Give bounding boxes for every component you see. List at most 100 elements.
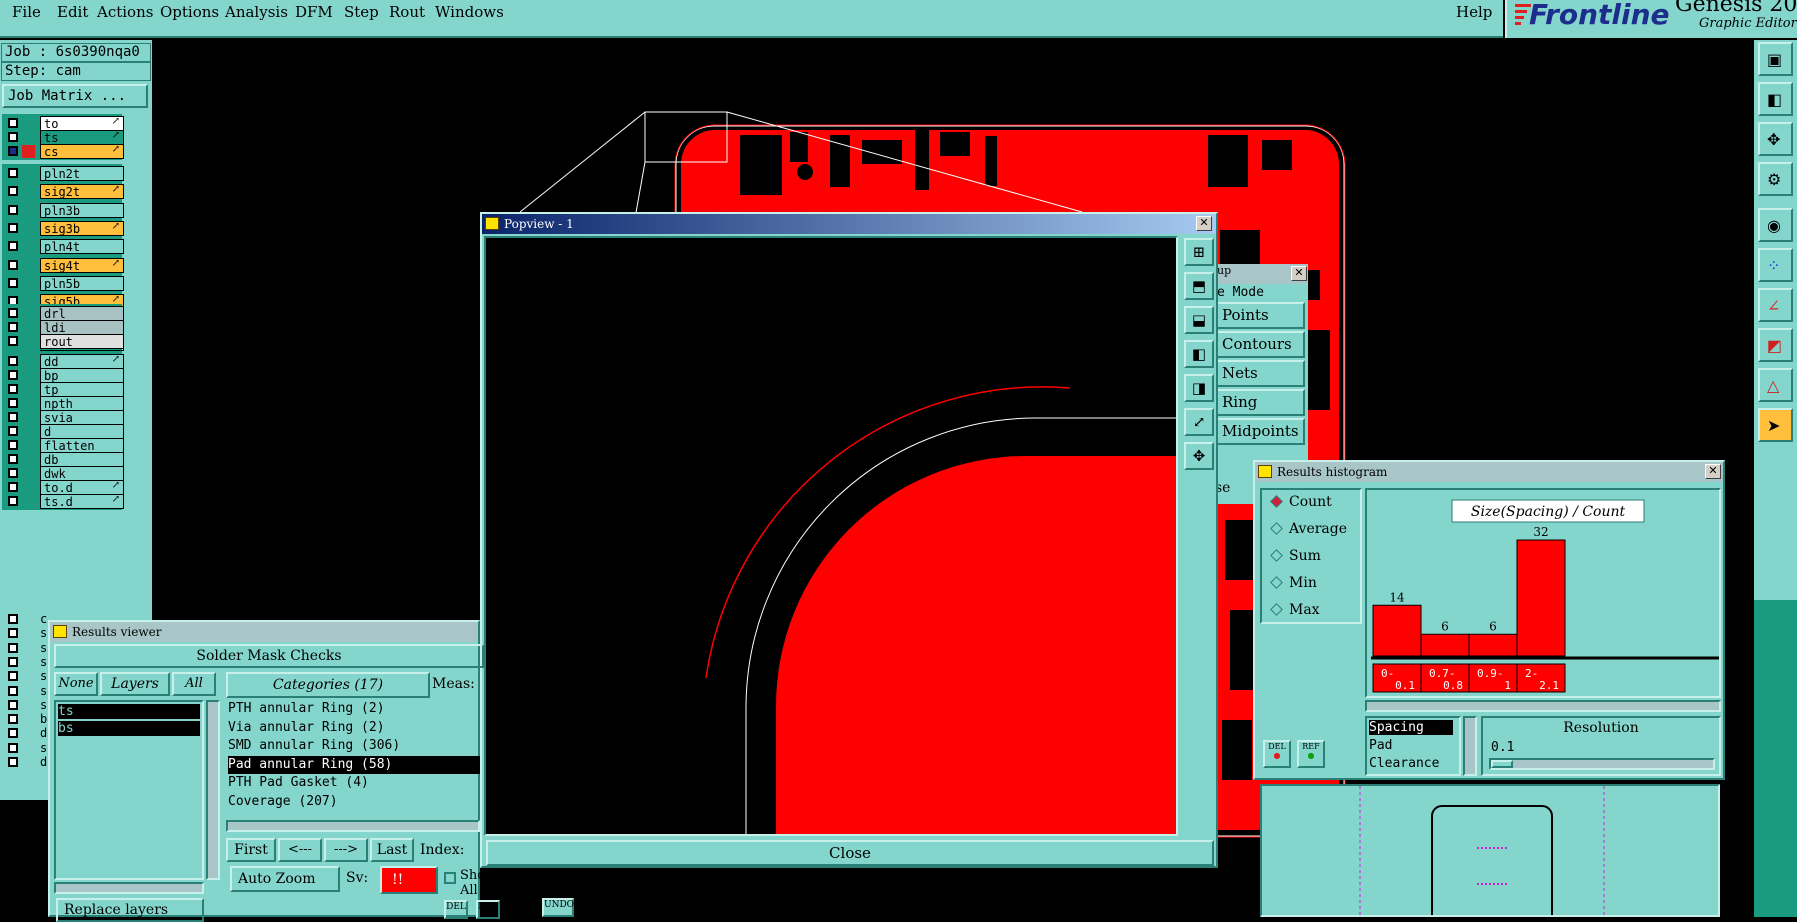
layer-row[interactable]: dd ↗ bbox=[4, 354, 124, 369]
layer-visibility-checkbox[interactable] bbox=[8, 440, 18, 450]
category-item[interactable]: Via annular Ring (2) bbox=[228, 719, 480, 737]
show-all-checkbox[interactable] bbox=[444, 872, 456, 884]
layer-row[interactable]: pln4t bbox=[4, 239, 124, 255]
zoom-in-icon[interactable]: ⬒ bbox=[1184, 272, 1214, 300]
snap-icon[interactable]: ◉ bbox=[1758, 208, 1793, 242]
draw-icon[interactable]: △ bbox=[1758, 368, 1793, 402]
layer-name[interactable]: flatten bbox=[40, 438, 124, 453]
layer-visibility-checkbox[interactable] bbox=[8, 277, 18, 288]
layer-visibility-checkbox[interactable] bbox=[8, 308, 18, 318]
job-matrix-button[interactable]: Job Matrix ... bbox=[2, 84, 148, 108]
zoom-out-icon[interactable]: ⬓ bbox=[1184, 306, 1214, 334]
layer-name[interactable]: drl bbox=[40, 306, 124, 321]
layer-visibility-checkbox[interactable] bbox=[8, 322, 18, 332]
measure-icon[interactable]: ∠ bbox=[1758, 288, 1793, 322]
layer-row[interactable]: rout bbox=[4, 334, 124, 349]
layer-row[interactable]: pln3b bbox=[4, 202, 124, 218]
layer-visibility-checkbox[interactable] bbox=[8, 222, 18, 233]
layer-visibility-checkbox[interactable] bbox=[8, 685, 18, 696]
measure-scrollbar[interactable] bbox=[1463, 716, 1477, 776]
layer-visibility-checkbox[interactable] bbox=[8, 628, 18, 639]
mode-count-radio[interactable]: Count bbox=[1270, 494, 1332, 510]
none-button[interactable]: None bbox=[54, 672, 98, 696]
layer-visibility-checkbox[interactable] bbox=[8, 742, 18, 753]
del-button[interactable]: DEL bbox=[444, 900, 468, 919]
zoom-home-icon[interactable]: ▣ bbox=[1758, 42, 1793, 76]
histogram-bar[interactable] bbox=[1420, 633, 1470, 657]
layer-name[interactable]: ldi bbox=[40, 320, 124, 335]
menu-analysis[interactable]: Analysis bbox=[225, 3, 288, 21]
layer-name[interactable]: svia bbox=[40, 410, 124, 425]
menu-dfm[interactable]: DFM bbox=[295, 3, 333, 21]
layer-visibility-checkbox[interactable] bbox=[8, 132, 18, 142]
layer-visibility-checkbox[interactable] bbox=[8, 370, 18, 380]
layer-visibility-checkbox[interactable] bbox=[8, 642, 18, 653]
list-item[interactable]: Pad bbox=[1369, 738, 1392, 753]
layer-row[interactable]: to ↗ bbox=[4, 116, 124, 131]
menu-actions[interactable]: Actions bbox=[97, 3, 153, 21]
layer-visibility-checkbox[interactable] bbox=[8, 356, 18, 366]
layer-row[interactable]: ldi bbox=[4, 320, 124, 335]
layer-name[interactable]: tp bbox=[40, 382, 124, 397]
pointer-icon[interactable]: ➤ bbox=[1758, 408, 1793, 442]
category-item[interactable]: SMD annular Ring (306) bbox=[228, 737, 480, 755]
layer-name[interactable]: pln2t bbox=[40, 166, 124, 181]
chart-hscrollbar[interactable] bbox=[1365, 700, 1721, 712]
pan-right-icon[interactable]: ◨ bbox=[1184, 374, 1214, 402]
popview-canvas[interactable] bbox=[484, 236, 1178, 836]
layer-visibility-checkbox[interactable] bbox=[8, 714, 18, 725]
category-item[interactable]: PTH annular Ring (2) bbox=[228, 700, 480, 718]
layer-visibility-checkbox[interactable] bbox=[8, 412, 18, 422]
layer-name[interactable]: db bbox=[40, 452, 124, 467]
layer-row[interactable]: sig4t ↗ bbox=[4, 257, 124, 273]
group-points-button[interactable]: Points bbox=[1215, 302, 1305, 329]
menu-options[interactable]: Options bbox=[160, 3, 219, 21]
layer-visibility-checkbox[interactable] bbox=[8, 671, 18, 682]
layer-visibility-checkbox[interactable] bbox=[8, 757, 18, 767]
settings-icon[interactable]: ⚙ bbox=[1758, 162, 1793, 196]
layer-name[interactable]: npth bbox=[40, 396, 124, 411]
pan-left-icon[interactable]: ◧ bbox=[1184, 340, 1214, 368]
list-item[interactable]: Spacing bbox=[1369, 720, 1453, 735]
category-item[interactable]: Coverage (207) bbox=[228, 793, 480, 811]
layer-row[interactable]: cs ↗ bbox=[4, 144, 124, 159]
menu-windows[interactable]: Windows bbox=[435, 3, 504, 21]
prev-button[interactable]: <--- bbox=[278, 838, 322, 862]
histogram-close-icon[interactable]: ✕ bbox=[1705, 464, 1721, 479]
layer-visibility-checkbox[interactable] bbox=[8, 186, 18, 197]
layer-visibility-checkbox[interactable] bbox=[8, 614, 18, 624]
layer-visibility-checkbox[interactable] bbox=[8, 468, 18, 478]
resolution-slider[interactable] bbox=[1489, 758, 1715, 770]
layer-row[interactable]: bp bbox=[4, 368, 124, 383]
group-nets-button[interactable]: Nets bbox=[1215, 360, 1305, 387]
fit-profile-icon[interactable]: ✥ bbox=[1184, 442, 1214, 470]
layer-visibility-checkbox[interactable] bbox=[8, 168, 18, 178]
layer-name[interactable]: pln4t bbox=[40, 239, 124, 255]
menu-file[interactable]: File bbox=[12, 3, 41, 21]
all-button[interactable]: All bbox=[172, 672, 216, 696]
fit-screen-icon[interactable]: ✥ bbox=[1758, 122, 1793, 156]
layer-visibility-checkbox[interactable] bbox=[8, 384, 18, 394]
severity-select[interactable]: !! bbox=[380, 866, 438, 894]
histogram-bar[interactable] bbox=[1516, 539, 1566, 657]
layer-row[interactable]: ts.d ↗ bbox=[4, 494, 124, 509]
group-midpoints-button[interactable]: Midpoints bbox=[1215, 418, 1305, 445]
layer-visibility-checkbox[interactable] bbox=[8, 118, 18, 128]
list-item[interactable]: bs bbox=[58, 721, 200, 736]
zoom-back-icon[interactable]: ◧ bbox=[1758, 82, 1793, 116]
layer-name[interactable]: pln5b bbox=[40, 275, 124, 291]
layer-list-scrollbar[interactable] bbox=[206, 700, 220, 880]
category-hscrollbar[interactable] bbox=[226, 820, 480, 832]
histogram-bar[interactable] bbox=[1468, 633, 1518, 657]
histogram-bar[interactable] bbox=[1372, 604, 1422, 657]
net-icon[interactable]: ⁘ bbox=[1758, 248, 1793, 282]
layer-name[interactable]: pln3b bbox=[40, 202, 124, 218]
layer-visibility-checkbox[interactable] bbox=[8, 496, 18, 506]
layer-row[interactable]: to.d ↗ bbox=[4, 480, 124, 495]
resolution-slider-handle[interactable] bbox=[1491, 760, 1513, 768]
menu-edit[interactable]: Edit bbox=[57, 3, 88, 21]
replace-layers-select[interactable]: Replace layers bbox=[56, 898, 204, 922]
hist-del-button[interactable]: DEL ● bbox=[1263, 740, 1291, 768]
layer-visibility-checkbox[interactable] bbox=[8, 259, 18, 270]
hist-ref-button[interactable]: REF ● bbox=[1297, 740, 1325, 768]
